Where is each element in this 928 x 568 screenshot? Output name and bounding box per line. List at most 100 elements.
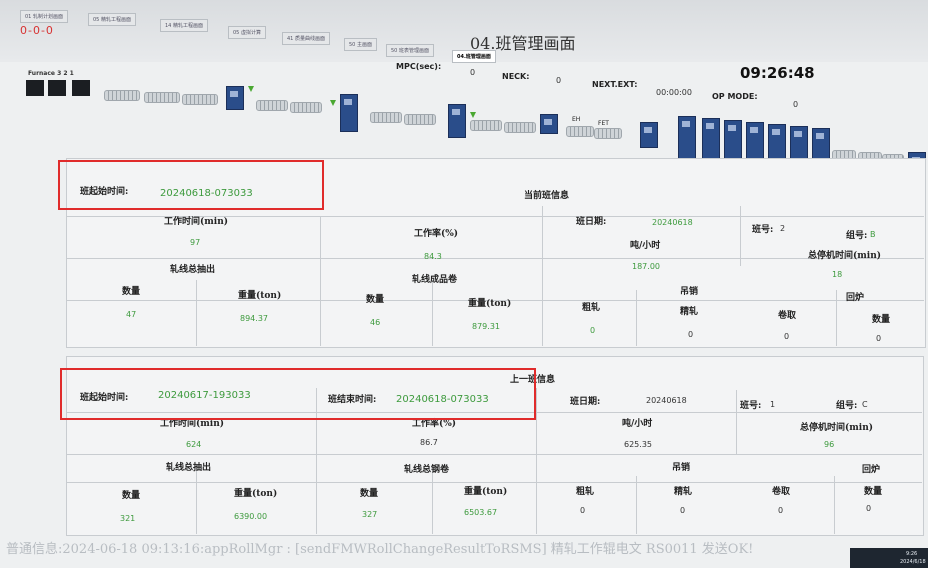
previous-scrap-label: 吊销 [672, 463, 691, 473]
neck-label: NECK: [502, 72, 530, 81]
neck-value: 0 [556, 76, 562, 85]
previous-finish-weight-label: 重量(ton) [464, 487, 508, 497]
current-stop-label: 总停机时间(min) [808, 251, 882, 261]
fet-label: FET [598, 120, 609, 127]
previous-return-label: 回炉 [862, 465, 881, 475]
previous-extract-weight-label: 重量(ton) [234, 489, 278, 499]
previous-tph-value: 625.35 [624, 440, 652, 449]
crop-shear-icon [540, 114, 558, 134]
furnace-2-icon [48, 80, 66, 96]
furnace-label: Furnace 3 2 1 [28, 70, 74, 77]
roller-table-icon [404, 114, 436, 125]
current-finish-weight-value: 879.31 [472, 322, 500, 331]
sensor-indicator-icon [330, 100, 336, 106]
mpc-value: 0 [470, 68, 476, 77]
previous-finish-qty-value: 327 [362, 510, 378, 519]
current-extract-label: 轧线总抽出 [170, 265, 216, 275]
current-work-time-label: 工作时间(min) [164, 217, 229, 227]
page-title: 04.班管理画面 [470, 34, 576, 53]
roller-table-icon [104, 90, 140, 101]
current-return-label: 回炉 [846, 293, 865, 303]
tab-finishing-2[interactable]: 14 精轧工程画面 [160, 19, 208, 32]
current-tph-value: 187.00 [632, 262, 660, 271]
descaler-icon [226, 86, 244, 110]
previous-finish-weight-value: 6503.67 [464, 508, 498, 517]
roller-table-icon [504, 122, 536, 133]
roller-table-icon [182, 94, 218, 105]
status-code: 0-0-0 [20, 24, 54, 37]
previous-date-value: 20240618 [646, 396, 687, 405]
current-tph-label: 吨/小时 [630, 241, 661, 251]
previous-coil-label: 卷取 [772, 487, 791, 497]
current-shift-no-value: 2 [780, 224, 786, 233]
roller-table-icon [144, 92, 180, 103]
tab-finishing-1[interactable]: 05 精轧工程画面 [88, 13, 136, 26]
previous-stop-value: 96 [824, 440, 835, 449]
previous-finish-qty-label: 数量 [360, 489, 379, 499]
current-finish-weight-label: 重量(ton) [468, 299, 512, 309]
current-extract-qty-label: 数量 [122, 287, 141, 297]
previous-fine-label: 精轧 [674, 487, 693, 497]
roller-table-icon [256, 100, 288, 111]
previous-date-label: 班日期: [570, 397, 601, 407]
previous-extract-qty-value: 321 [120, 514, 136, 523]
roughing-stand-icon [340, 94, 358, 132]
next-ext-value: 00:00:00 [656, 88, 692, 97]
roller-table-icon [290, 102, 322, 113]
previous-rough-value: 0 [580, 506, 586, 515]
tab-rolling-plan[interactable]: 01 轧制计划画面 [20, 10, 68, 23]
current-finish-label: 轧线成品卷 [412, 275, 458, 285]
current-work-rate-value: 84.3 [424, 252, 442, 261]
previous-work-time-value: 624 [186, 440, 202, 449]
previous-group-label: 组号: [836, 401, 858, 411]
current-extract-weight-value: 894.37 [240, 314, 268, 323]
previous-extract-weight-value: 6390.00 [234, 512, 268, 521]
current-date-value: 20240618 [652, 218, 693, 227]
tab-bar: 0-0-0 01 轧制计划画面 05 精轧工程画面 14 精轧工程画面 05 虚… [0, 0, 928, 63]
previous-tph-label: 吨/小时 [622, 419, 653, 429]
previous-fine-value: 0 [680, 506, 686, 515]
previous-stop-label: 总停机时间(min) [800, 423, 874, 433]
tray-date: 2024/6/18 [900, 559, 926, 565]
next-ext-label: NEXT.EXT: [592, 80, 638, 89]
previous-extract-label: 轧线总抽出 [166, 463, 212, 473]
roller-table-icon [594, 128, 622, 139]
current-group-label: 组号: [846, 231, 868, 241]
op-mode-label: OP MODE: [712, 92, 758, 101]
current-stop-value: 18 [832, 270, 843, 279]
finishing-stand-icon [678, 116, 696, 160]
current-scrap-label: 吊销 [680, 287, 699, 297]
current-finish-qty-label: 数量 [366, 295, 385, 305]
previous-rough-label: 粗轧 [576, 487, 595, 497]
previous-return-value: 0 [866, 504, 872, 513]
tab-main[interactable]: 50 主画面 [344, 38, 377, 51]
op-mode-value: 0 [793, 100, 799, 109]
previous-work-rate-value: 86.7 [420, 438, 438, 447]
previous-shift-no-value: 1 [770, 400, 776, 409]
previous-shift-no-label: 班号: [740, 401, 762, 411]
current-coil-label: 卷取 [778, 311, 797, 321]
current-shift-no-label: 班号: [752, 225, 774, 235]
previous-coil-value: 0 [778, 506, 784, 515]
current-fine-value: 0 [688, 330, 694, 339]
highlight-box [60, 368, 536, 420]
current-date-label: 班日期: [576, 217, 607, 227]
furnace-1-icon [72, 80, 90, 96]
finishing-stand-icon [702, 118, 720, 162]
current-rough-label: 粗轧 [582, 303, 601, 313]
tray-time: 9:26 [906, 551, 918, 557]
current-work-time-value: 97 [190, 238, 201, 247]
current-coil-value: 0 [784, 332, 790, 341]
screen: 0-0-0 01 轧制计划画面 05 精轧工程画面 14 精轧工程画面 05 虚… [0, 0, 928, 568]
tab-quality-curve[interactable]: 41 质量曲线画面 [282, 32, 330, 45]
tab-shift-schedule[interactable]: 50 班表管理画面 [386, 44, 434, 57]
current-extract-qty-value: 47 [126, 310, 137, 319]
current-return-qty-label: 数量 [872, 315, 891, 325]
system-tray: 9:26 2024/6/18 [850, 548, 928, 568]
previous-return-qty-label: 数量 [864, 487, 883, 497]
current-finish-qty-value: 46 [370, 318, 381, 327]
roller-table-icon [370, 112, 402, 123]
tab-virtual-calc[interactable]: 05 虚拟计算 [228, 26, 266, 39]
furnace-3-icon [26, 80, 44, 96]
sensor-indicator-icon [248, 86, 254, 92]
